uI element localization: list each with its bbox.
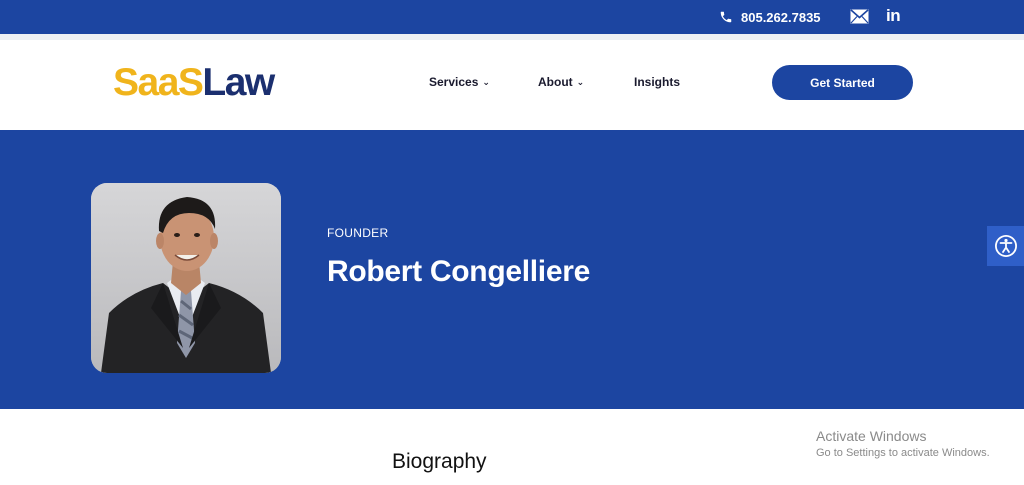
mail-icon[interactable]	[850, 9, 869, 24]
phone-icon	[720, 11, 732, 23]
biography-heading: Biography	[392, 450, 487, 473]
top-bar: 805.262.7835 in	[0, 0, 1024, 34]
nav-insights[interactable]: Insights	[634, 75, 680, 89]
accessibility-button[interactable]	[987, 226, 1024, 266]
chevron-down-icon: ⌄	[482, 77, 490, 87]
phone-link[interactable]: 805.262.7835	[719, 9, 821, 25]
activate-windows-title: Activate Windows	[816, 428, 927, 444]
profile-name: Robert Congelliere	[327, 255, 590, 288]
phone-number: 805.262.7835	[741, 9, 821, 25]
nav-about-label: About	[538, 75, 573, 89]
saaslaw-logo[interactable]: SaaSLaw	[113, 61, 275, 105]
logo-law: Law	[202, 61, 275, 104]
activate-windows-subtitle: Go to Settings to activate Windows.	[816, 447, 990, 459]
get-started-button[interactable]: Get Started	[772, 65, 913, 100]
profile-role: FOUNDER	[327, 226, 389, 240]
nav-services[interactable]: Services ⌄	[429, 75, 490, 89]
chevron-down-icon: ⌄	[576, 77, 585, 87]
nav-services-label: Services	[429, 75, 479, 89]
portrait-image	[91, 183, 281, 373]
logo-saas: SaaS	[113, 61, 204, 104]
accessibility-icon	[994, 235, 1017, 257]
linkedin-icon[interactable]: in	[886, 6, 901, 26]
nav-insights-label: Insights	[634, 75, 681, 89]
profile-photo	[91, 183, 281, 373]
nav-about[interactable]: About ⌄	[538, 75, 584, 89]
